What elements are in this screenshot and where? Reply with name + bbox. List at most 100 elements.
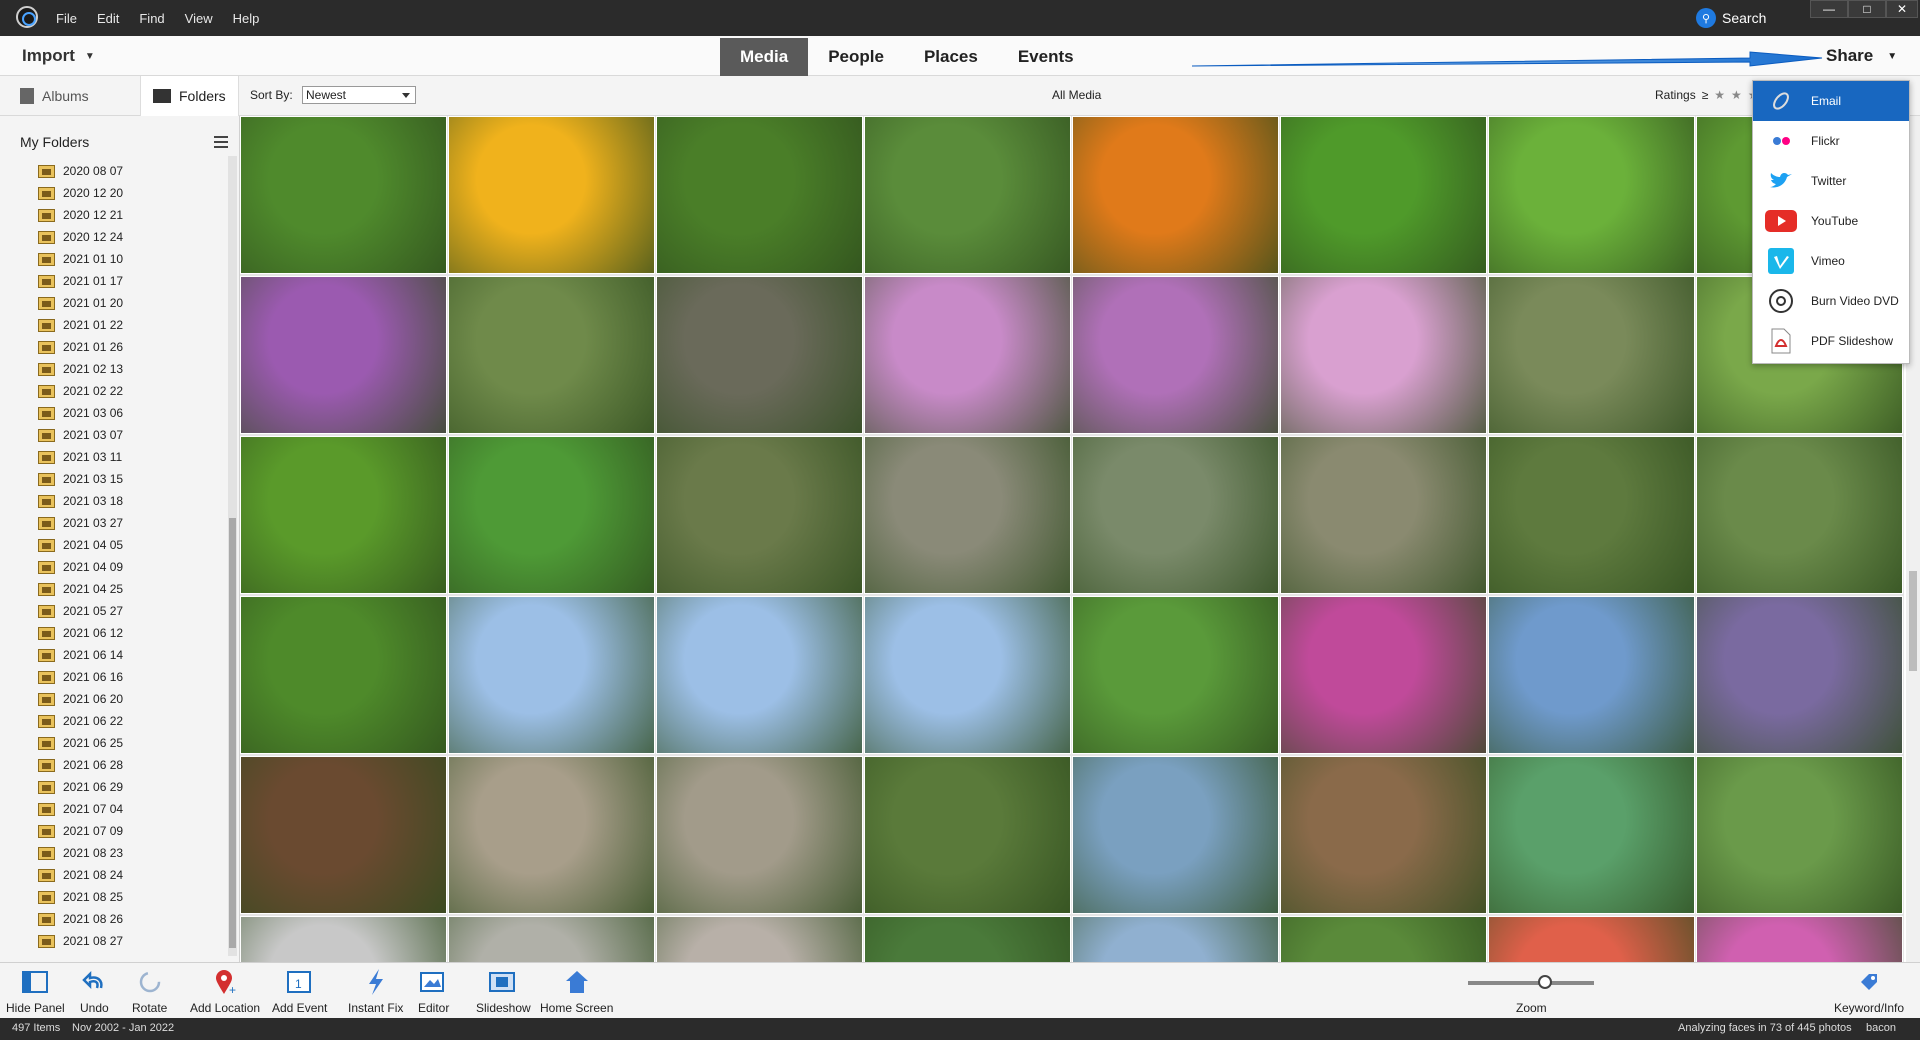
star-icon[interactable]: ★: [1731, 88, 1742, 102]
photo-thumbnail[interactable]: [448, 276, 655, 434]
photo-thumbnail[interactable]: [656, 276, 863, 434]
photo-thumbnail[interactable]: [1072, 756, 1279, 914]
rotate-button[interactable]: Rotate: [132, 967, 167, 1015]
hide-panel-button[interactable]: Hide Panel: [6, 967, 65, 1015]
folder-options-menu-icon[interactable]: [214, 136, 228, 148]
keyword-info-button[interactable]: Keyword/Info: [1834, 967, 1904, 1015]
folder-item[interactable]: 2020 08 07: [38, 160, 228, 182]
folder-item[interactable]: 2021 08 27: [38, 930, 228, 952]
photo-thumbnail[interactable]: [1280, 596, 1487, 754]
folder-item[interactable]: 2021 08 24: [38, 864, 228, 886]
folder-item[interactable]: 2021 06 25: [38, 732, 228, 754]
folder-item[interactable]: 2020 12 20: [38, 182, 228, 204]
menu-item-help[interactable]: Help: [233, 11, 260, 26]
photo-thumbnail[interactable]: [864, 916, 1071, 962]
slideshow-button[interactable]: Slideshow: [476, 967, 531, 1015]
tab-albums[interactable]: Albums: [20, 76, 89, 116]
folder-item[interactable]: 2021 03 06: [38, 402, 228, 424]
add-event-button[interactable]: 1 Add Event: [272, 967, 327, 1015]
folder-item[interactable]: 2021 02 13: [38, 358, 228, 380]
photo-thumbnail[interactable]: [448, 116, 655, 274]
folder-item[interactable]: 2021 06 20: [38, 688, 228, 710]
folder-item[interactable]: 2021 08 23: [38, 842, 228, 864]
photo-thumbnail[interactable]: [1488, 436, 1695, 594]
photo-thumbnail[interactable]: [240, 276, 447, 434]
photo-thumbnail[interactable]: [1072, 596, 1279, 754]
photo-thumbnail[interactable]: [864, 436, 1071, 594]
photo-thumbnail[interactable]: [656, 916, 863, 962]
photo-thumbnail[interactable]: [1280, 916, 1487, 962]
photo-thumbnail[interactable]: [1696, 596, 1903, 754]
photo-thumbnail[interactable]: [656, 116, 863, 274]
photo-thumbnail[interactable]: [448, 916, 655, 962]
share-item-flickr[interactable]: Flickr: [1753, 121, 1909, 161]
folder-item[interactable]: 2021 01 26: [38, 336, 228, 358]
folder-item[interactable]: 2021 03 07: [38, 424, 228, 446]
photo-thumbnail[interactable]: [1072, 916, 1279, 962]
share-item-twitter[interactable]: Twitter: [1753, 161, 1909, 201]
sort-by-select[interactable]: Newest: [302, 86, 416, 104]
folder-item[interactable]: 2020 12 21: [38, 204, 228, 226]
instant-fix-button[interactable]: Instant Fix: [348, 967, 403, 1015]
photo-thumbnail[interactable]: [240, 916, 447, 962]
photo-thumbnail[interactable]: [1696, 756, 1903, 914]
folder-item[interactable]: 2021 04 05: [38, 534, 228, 556]
zoom-slider-track[interactable]: [1468, 981, 1594, 985]
photo-thumbnail[interactable]: [1280, 756, 1487, 914]
folder-item[interactable]: 2020 12 24: [38, 226, 228, 248]
folder-item[interactable]: 2021 07 09: [38, 820, 228, 842]
photo-thumbnail[interactable]: [1696, 436, 1903, 594]
photo-thumbnail[interactable]: [1696, 916, 1903, 962]
folder-item[interactable]: 2021 01 10: [38, 248, 228, 270]
tab-folders[interactable]: Folders: [140, 76, 239, 116]
folder-item[interactable]: 2021 06 29: [38, 776, 228, 798]
photo-thumbnail[interactable]: [448, 596, 655, 754]
photo-thumbnail[interactable]: [448, 756, 655, 914]
folder-item[interactable]: 2021 04 25: [38, 578, 228, 600]
tab-places[interactable]: Places: [904, 38, 998, 76]
photo-thumbnail[interactable]: [1280, 276, 1487, 434]
ratings-filter[interactable]: Ratings ≥ ★ ★ ★: [1655, 88, 1759, 102]
folder-item[interactable]: 2021 07 04: [38, 798, 228, 820]
share-button[interactable]: Share ▼: [1826, 36, 1897, 76]
tab-media[interactable]: Media: [720, 38, 809, 76]
photo-thumbnail[interactable]: [1488, 756, 1695, 914]
tab-people[interactable]: People: [808, 38, 904, 76]
share-item-email[interactable]: Email: [1753, 81, 1909, 121]
menu-item-edit[interactable]: Edit: [97, 11, 119, 26]
scroll-thumb[interactable]: [1909, 571, 1917, 671]
photo-thumbnail[interactable]: [240, 596, 447, 754]
photo-thumbnail[interactable]: [1072, 436, 1279, 594]
share-item-vimeo[interactable]: Vimeo: [1753, 241, 1909, 281]
folder-item[interactable]: 2021 01 20: [38, 292, 228, 314]
photo-thumbnail[interactable]: [864, 596, 1071, 754]
menu-item-view[interactable]: View: [185, 11, 213, 26]
scroll-thumb[interactable]: [229, 518, 236, 948]
photo-thumbnail[interactable]: [864, 116, 1071, 274]
minimize-button[interactable]: —: [1810, 0, 1848, 18]
photo-thumbnail[interactable]: [448, 436, 655, 594]
photo-thumbnail[interactable]: [1488, 116, 1695, 274]
share-item-pdf-slideshow[interactable]: PDF Slideshow: [1753, 321, 1909, 361]
folder-item[interactable]: 2021 06 28: [38, 754, 228, 776]
close-button[interactable]: ✕: [1886, 0, 1918, 18]
photo-thumbnail[interactable]: [240, 116, 447, 274]
photo-thumbnail[interactable]: [656, 436, 863, 594]
folder-item[interactable]: 2021 04 09: [38, 556, 228, 578]
folder-item[interactable]: 2021 03 18: [38, 490, 228, 512]
menu-item-file[interactable]: File: [56, 11, 77, 26]
undo-button[interactable]: Undo: [80, 967, 109, 1015]
zoom-slider-handle[interactable]: [1538, 975, 1552, 989]
photo-thumbnail[interactable]: [1280, 436, 1487, 594]
folder-item[interactable]: 2021 05 27: [38, 600, 228, 622]
folder-item[interactable]: 2021 01 17: [38, 270, 228, 292]
photo-thumbnail[interactable]: [1072, 116, 1279, 274]
folder-item[interactable]: 2021 03 15: [38, 468, 228, 490]
folder-item[interactable]: 2021 06 14: [38, 644, 228, 666]
tab-events[interactable]: Events: [998, 38, 1094, 76]
star-icon[interactable]: ★: [1714, 88, 1725, 102]
photo-thumbnail[interactable]: [864, 756, 1071, 914]
photo-thumbnail[interactable]: [1072, 276, 1279, 434]
photo-thumbnail[interactable]: [240, 436, 447, 594]
photo-thumbnail[interactable]: [1488, 276, 1695, 434]
